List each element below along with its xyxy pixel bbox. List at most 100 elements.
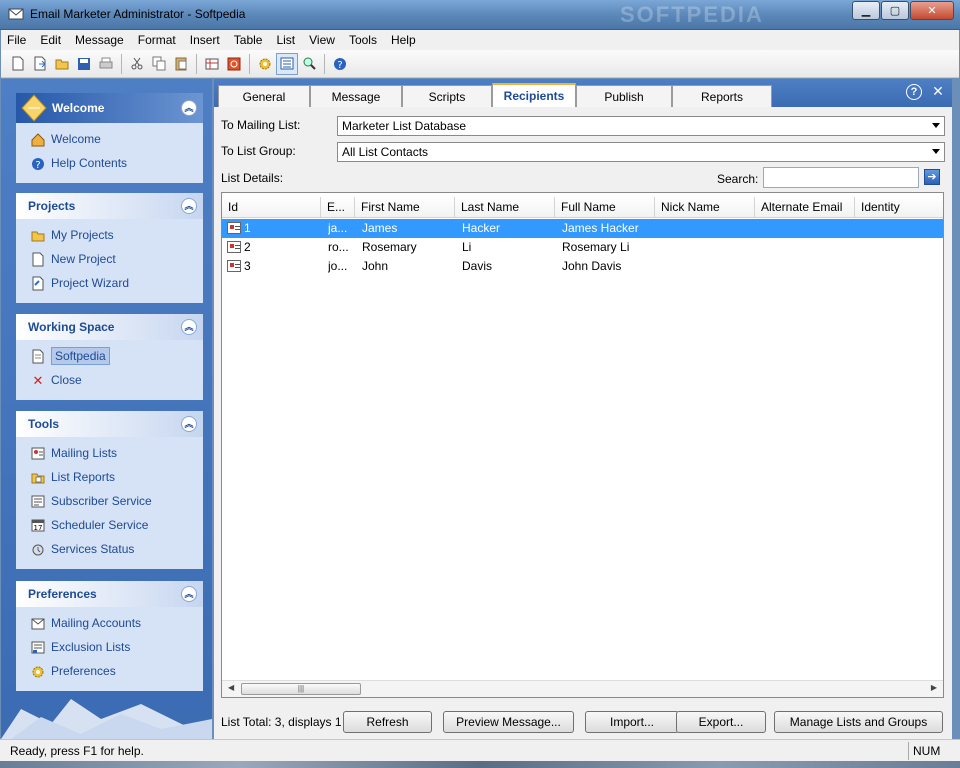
- close-icon[interactable]: ✕: [930, 84, 946, 100]
- open-button[interactable]: [51, 53, 73, 75]
- svg-text:?: ?: [35, 160, 40, 171]
- menu-edit[interactable]: Edit: [40, 33, 61, 47]
- paste-button[interactable]: [170, 53, 192, 75]
- column-header-full-name[interactable]: Full Name: [555, 197, 655, 218]
- list-total-text: List Total: 3, displays 1: [221, 715, 342, 729]
- tab-strip: General Message Scripts Recipients Publi…: [214, 79, 952, 107]
- nav-item-my-projects[interactable]: My Projects: [16, 223, 203, 247]
- nav-item-welcome[interactable]: Welcome: [16, 127, 203, 151]
- export-button[interactable]: Export...: [676, 711, 766, 733]
- welcome-group-header[interactable]: Welcome ︽: [16, 93, 203, 123]
- scroll-right-arrow-icon[interactable]: ▶: [931, 683, 937, 692]
- menu-message[interactable]: Message: [75, 33, 124, 47]
- new-from-button[interactable]: [29, 53, 51, 75]
- table-row[interactable]: 3 jo... John Davis John Davis: [222, 257, 943, 276]
- column-header-id[interactable]: Id: [222, 197, 321, 218]
- menu-table[interactable]: Table: [234, 33, 263, 47]
- close-window-button[interactable]: ✕: [910, 1, 954, 20]
- preferences-group-header[interactable]: Preferences ︽: [16, 581, 203, 607]
- preview-message-button[interactable]: Preview Message...: [443, 711, 574, 733]
- nav-item-new-project[interactable]: New Project: [16, 247, 203, 271]
- decorative-envelopes-image: [1, 699, 212, 739]
- projects-group-header[interactable]: Projects ︽: [16, 193, 203, 219]
- tab-reports[interactable]: Reports: [672, 85, 772, 107]
- cut-button[interactable]: [126, 53, 148, 75]
- status-text: Ready, press F1 for help.: [10, 744, 144, 758]
- menu-help[interactable]: Help: [391, 33, 416, 47]
- view-list-button[interactable]: [276, 52, 298, 75]
- collapse-chevron-icon[interactable]: ︽: [181, 586, 197, 602]
- column-header-first-name[interactable]: First Name: [355, 197, 455, 218]
- tab-scripts[interactable]: Scripts: [402, 85, 492, 107]
- stop-button[interactable]: [223, 53, 245, 75]
- scissors-icon: [131, 57, 143, 70]
- list-group-select[interactable]: All List Contacts: [337, 142, 945, 162]
- scroll-left-arrow-icon[interactable]: ◀: [228, 683, 234, 692]
- column-header-identity[interactable]: Identity: [855, 197, 943, 218]
- nav-item-close[interactable]: ✕ Close: [16, 368, 203, 392]
- preferences-group-title: Preferences: [28, 587, 97, 601]
- menu-view[interactable]: View: [309, 33, 335, 47]
- import-button[interactable]: Import...: [585, 711, 679, 733]
- preferences-group: Preferences ︽ Mailing Accounts Exclusion…: [16, 581, 203, 691]
- menu-file[interactable]: File: [7, 33, 26, 47]
- nav-item-services-status[interactable]: Services Status: [16, 537, 203, 561]
- column-header-last-name[interactable]: Last Name: [455, 197, 555, 218]
- folder-open-icon: [55, 59, 69, 70]
- cell-first-name: John: [362, 259, 389, 273]
- mailing-list-label: To Mailing List:: [221, 118, 301, 132]
- menu-insert[interactable]: Insert: [190, 33, 220, 47]
- collapse-chevron-icon[interactable]: ︽: [181, 100, 197, 116]
- nav-item-mailing-accounts[interactable]: Mailing Accounts: [16, 611, 203, 635]
- tools-group-header[interactable]: Tools ︽: [16, 411, 203, 437]
- nav-item-help-contents[interactable]: ? Help Contents: [16, 151, 203, 175]
- minimize-button[interactable]: ▁: [852, 1, 880, 20]
- menu-tools[interactable]: Tools: [349, 33, 377, 47]
- collapse-chevron-icon[interactable]: ︽: [181, 198, 197, 214]
- table-row[interactable]: 2 ro... Rosemary Li Rosemary Li: [222, 238, 943, 257]
- nav-item-mailing-lists[interactable]: Mailing Lists: [16, 441, 203, 465]
- new-button[interactable]: [7, 53, 29, 75]
- help-icon[interactable]: ?: [906, 84, 922, 100]
- maximize-button[interactable]: ▢: [881, 1, 909, 20]
- save-button[interactable]: [73, 53, 95, 75]
- column-header-alternate-email[interactable]: Alternate Email: [755, 197, 855, 218]
- help-button[interactable]: ?: [329, 53, 351, 75]
- nav-item-label: Project Wizard: [51, 276, 130, 290]
- horizontal-scrollbar[interactable]: ◀ ||| ▶: [222, 680, 943, 697]
- tab-message[interactable]: Message: [310, 85, 402, 107]
- collapse-chevron-icon[interactable]: ︽: [181, 416, 197, 432]
- nav-item-list-reports[interactable]: List Reports: [16, 465, 203, 489]
- search-input[interactable]: [763, 167, 919, 188]
- copy-button[interactable]: [148, 53, 170, 75]
- collapse-chevron-icon[interactable]: ︽: [181, 319, 197, 335]
- scrollbar-thumb[interactable]: |||: [241, 683, 361, 695]
- refresh-button[interactable]: Refresh: [343, 711, 432, 733]
- tab-general[interactable]: General: [218, 85, 310, 107]
- list-export-button[interactable]: [201, 53, 223, 75]
- manage-lists-button[interactable]: Manage Lists and Groups: [774, 711, 943, 733]
- nav-item-scheduler-service[interactable]: 17 Scheduler Service: [16, 513, 203, 537]
- table-row[interactable]: 1 ja... James Hacker James Hacker: [222, 219, 943, 238]
- nav-item-exclusion-lists[interactable]: Exclusion Lists: [16, 635, 203, 659]
- menu-list[interactable]: List: [276, 33, 295, 47]
- cell-first-name: Rosemary: [362, 240, 417, 254]
- tab-recipients[interactable]: Recipients: [492, 83, 576, 107]
- num-lock-indicator: NUM: [908, 742, 956, 760]
- nav-item-project-wizard[interactable]: Project Wizard: [16, 271, 203, 295]
- nav-item-softpedia[interactable]: Softpedia: [16, 344, 203, 368]
- working-space-group-header[interactable]: Working Space ︽: [16, 314, 203, 340]
- mailing-list-select[interactable]: Marketer List Database: [337, 116, 945, 136]
- search-go-arrow-icon[interactable]: ➔: [924, 169, 940, 185]
- nav-item-label: Mailing Lists: [51, 446, 118, 460]
- column-header-nick-name[interactable]: Nick Name: [655, 197, 755, 218]
- print-button[interactable]: [95, 53, 117, 75]
- tab-publish[interactable]: Publish: [576, 85, 672, 107]
- column-header-email[interactable]: E...: [321, 197, 355, 218]
- settings-button[interactable]: [254, 53, 276, 75]
- nav-item-label: Exclusion Lists: [51, 640, 131, 654]
- menu-format[interactable]: Format: [138, 33, 176, 47]
- preview-button[interactable]: [298, 53, 320, 75]
- nav-item-subscriber-service[interactable]: Subscriber Service: [16, 489, 203, 513]
- printer-icon: [99, 57, 113, 69]
